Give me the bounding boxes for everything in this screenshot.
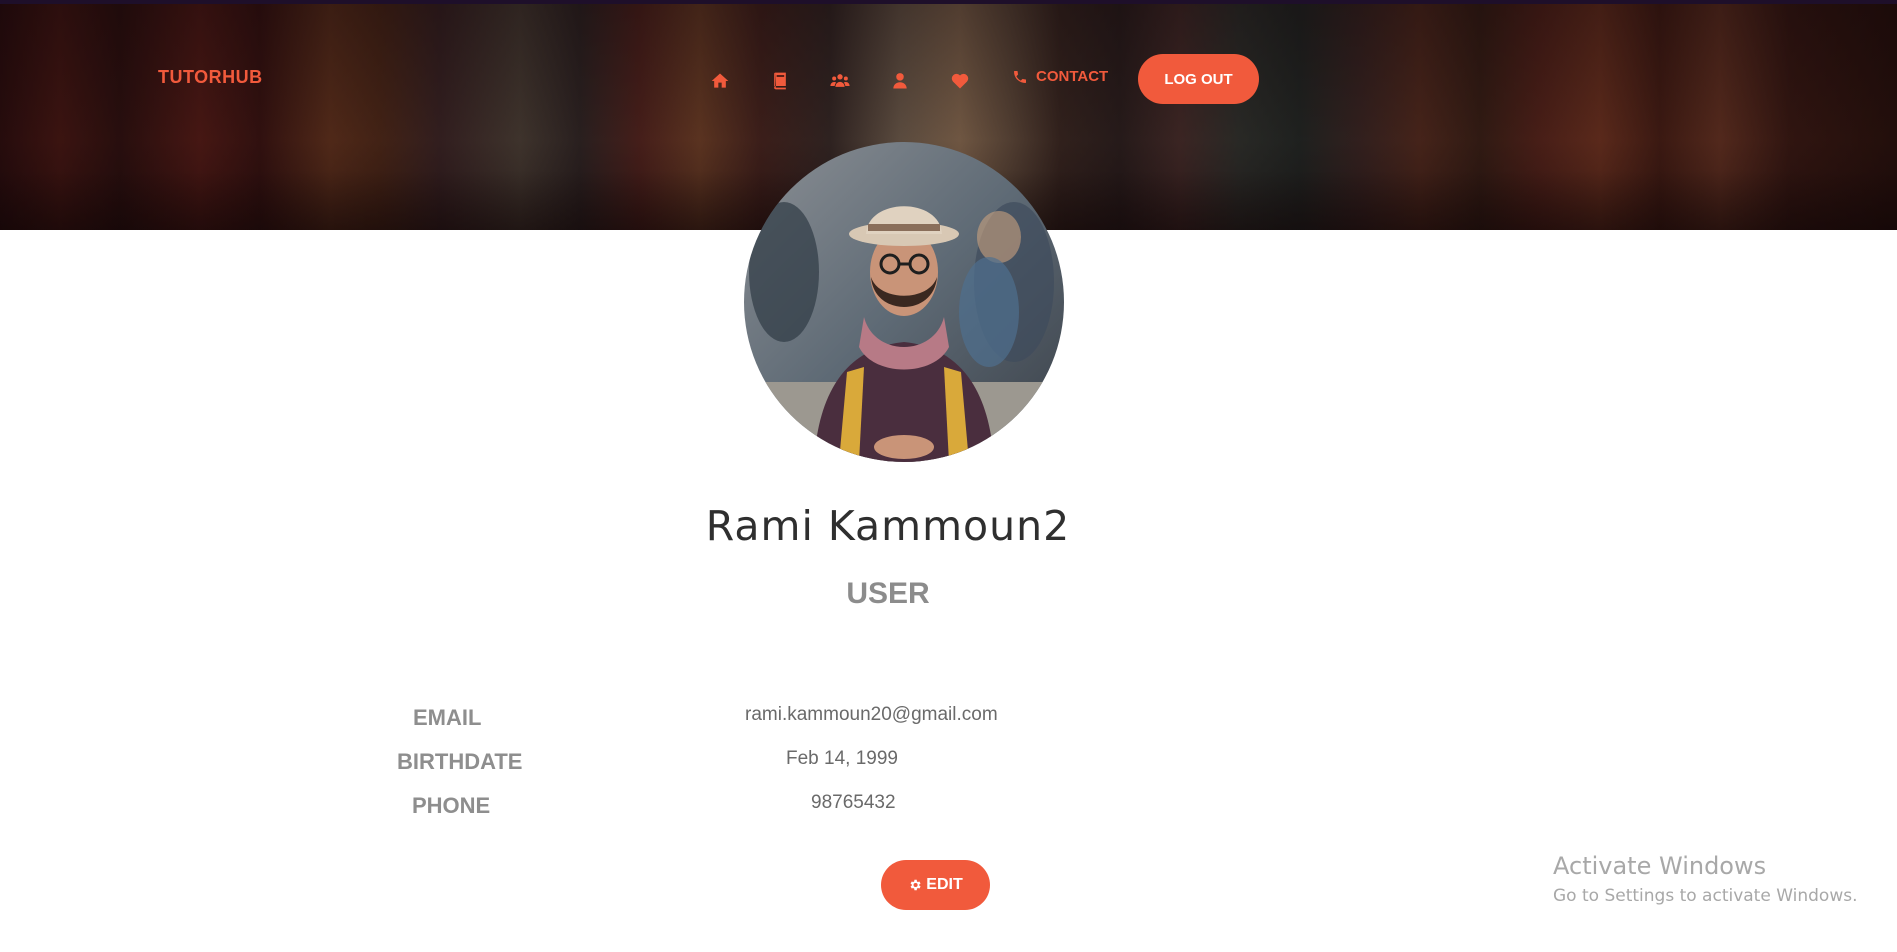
brand-logo-link[interactable]: TUTORHUB [158, 67, 263, 88]
email-value: rami.kammoun20@gmail.com [745, 704, 998, 725]
gear-icon [910, 879, 921, 891]
avatar [744, 142, 1064, 462]
nav-contact[interactable]: CONTACT [1012, 68, 1108, 85]
contact-label: CONTACT [1036, 68, 1109, 85]
heart-icon[interactable] [949, 70, 971, 92]
phone-value: 98765432 [811, 792, 896, 813]
edit-label: EDIT [926, 876, 963, 893]
profile-full-name: Rami Kammoun2 [705, 502, 1071, 550]
phone-icon [1014, 70, 1026, 83]
phone-label: PHONE [412, 793, 491, 818]
user-icon[interactable] [889, 70, 911, 92]
book-icon[interactable] [769, 70, 791, 92]
activate-windows-subtitle: Go to Settings to activate Windows. [1553, 886, 1858, 906]
users-icon[interactable] [829, 70, 851, 92]
home-icon[interactable] [709, 70, 731, 92]
profile-photo [744, 142, 1064, 462]
email-label: EMAIL [413, 705, 482, 730]
birthdate-value: Feb 14, 1999 [786, 748, 898, 769]
activate-windows-title: Activate Windows [1553, 852, 1767, 880]
edit-profile-button[interactable]: EDIT [881, 860, 990, 910]
birthdate-label: BIRTHDATE [397, 749, 523, 774]
profile-role: USER [846, 577, 930, 610]
logout-button[interactable]: LOG OUT [1138, 54, 1259, 104]
